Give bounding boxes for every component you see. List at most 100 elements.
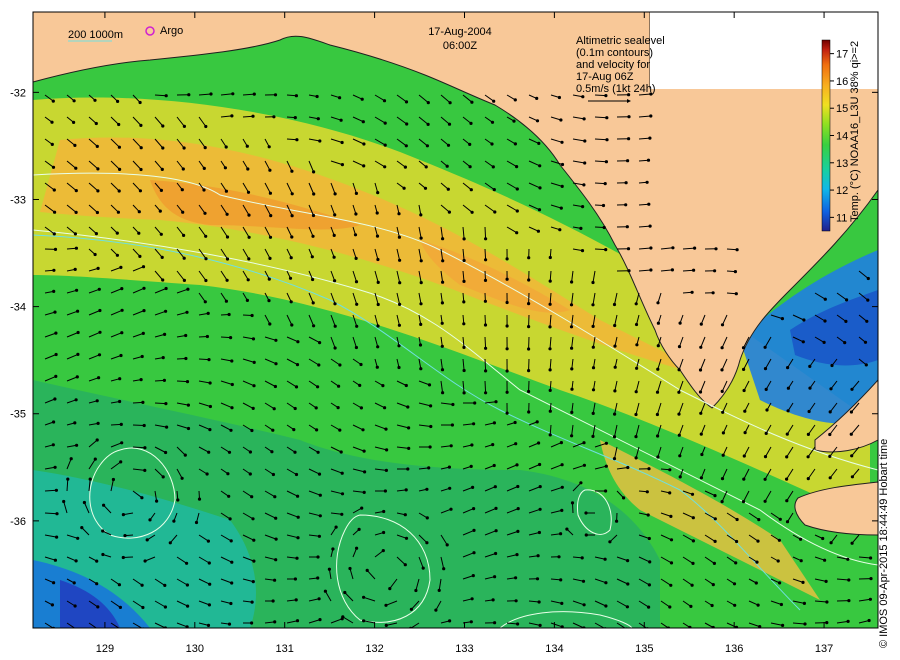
lon-tick-label: 133 — [455, 643, 473, 655]
velocity-arrow-head — [580, 249, 585, 253]
velocity-arrow-head — [139, 378, 143, 382]
velocity-arrow-head — [323, 589, 327, 593]
velocity-arrow-head — [160, 167, 164, 171]
velocity-arrow-head — [376, 302, 380, 307]
velocity-arrow-head — [226, 472, 230, 476]
velocity-arrow-head — [713, 539, 717, 544]
velocity-arrow-head — [296, 494, 300, 498]
velocity-arrow-head — [559, 206, 563, 210]
velocity-arrow-head — [645, 180, 649, 184]
velocity-arrow-head — [711, 583, 715, 587]
velocity-arrow-head — [317, 472, 322, 476]
velocity-arrow-head — [647, 467, 651, 471]
velocity-arrow-head — [333, 213, 337, 217]
velocity-arrow-head — [743, 409, 747, 413]
velocity-arrow-head — [72, 99, 76, 103]
velocity-arrow-head — [626, 465, 630, 470]
velocity-arrow-head — [583, 139, 587, 143]
velocity-arrow-head — [535, 119, 540, 123]
velocity-arrow-head — [469, 620, 473, 624]
velocity-arrow-head — [204, 124, 208, 129]
velocity-arrow-head — [494, 529, 498, 533]
velocity-arrow-head — [176, 498, 180, 502]
velocity-arrow-head — [73, 421, 77, 425]
velocity-arrow-head — [846, 619, 850, 624]
velocity-arrow-head — [116, 99, 120, 103]
velocity-arrow-head — [473, 401, 477, 405]
velocity-arrow-head — [227, 494, 231, 498]
velocity-arrow-head — [250, 495, 254, 499]
velocity-arrow-head — [559, 118, 563, 122]
velocity-arrow-head — [646, 158, 651, 162]
velocity-arrow-head — [472, 528, 476, 533]
velocity-arrow-head — [76, 330, 80, 335]
velocity-arrow-head — [229, 428, 233, 432]
velocity-arrow-head — [123, 534, 127, 538]
velocity-arrow-head — [580, 556, 584, 560]
velocity-arrow-head — [267, 145, 271, 149]
velocity-arrow-head — [560, 162, 565, 167]
velocity-arrow-head — [365, 568, 369, 573]
velocity-arrow-head — [490, 120, 495, 124]
velocity-arrow-head — [118, 399, 122, 404]
velocity-arrow-head — [317, 363, 321, 367]
velocity-arrow-head — [53, 397, 57, 401]
velocity-arrow-head — [247, 213, 251, 217]
velocity-arrow-head — [669, 583, 673, 587]
velocity-arrow-head — [186, 403, 190, 407]
velocity-arrow-head — [822, 340, 826, 344]
velocity-arrow-head — [765, 408, 769, 412]
velocity-note-line-4: 17-Aug 06Z — [576, 71, 634, 83]
velocity-arrow-head — [362, 595, 366, 599]
velocity-arrow-head — [785, 499, 789, 503]
velocity-arrow-head — [204, 257, 208, 261]
velocity-arrow-head — [605, 138, 609, 142]
velocity-arrow-head — [603, 182, 607, 186]
velocity-arrow-head — [560, 184, 564, 188]
velocity-arrow-head — [398, 258, 402, 262]
velocity-arrow-head — [101, 552, 105, 557]
velocity-arrow-head — [764, 387, 768, 391]
velocity-arrow-head — [143, 468, 147, 472]
velocity-arrow-head — [268, 256, 272, 260]
velocity-arrow-head — [224, 189, 228, 193]
velocity-arrow-head — [354, 345, 358, 350]
velocity-arrow-head — [162, 378, 166, 382]
velocity-arrow-head — [203, 211, 207, 215]
velocity-arrow-head — [384, 468, 388, 472]
velocity-arrow-head — [318, 618, 322, 622]
velocity-arrow-head — [404, 536, 409, 540]
velocity-arrow-head — [699, 476, 704, 480]
velocity-arrow-head — [274, 558, 278, 562]
velocity-arrow-head — [648, 560, 652, 564]
velocity-arrow-head — [164, 309, 168, 313]
velocity-arrow-head — [471, 485, 475, 489]
velocity-arrow-head — [537, 141, 541, 145]
velocity-arrow-head — [180, 188, 184, 192]
velocity-arrow-head — [741, 500, 746, 504]
velocity-arrow-head — [492, 421, 496, 425]
velocity-arrow-head — [93, 98, 97, 102]
velocity-arrow-head — [669, 514, 673, 519]
velocity-arrow-head — [333, 279, 337, 283]
velocity-arrow-head — [418, 343, 423, 347]
velocity-arrow-head — [612, 302, 617, 307]
velocity-arrow-head — [250, 313, 254, 318]
colorbar-tick-label: 13 — [836, 158, 848, 170]
velocity-arrow-head — [626, 582, 630, 586]
velocity-arrow-head — [95, 438, 99, 442]
velocity-arrow-head — [668, 468, 672, 472]
velocity-arrow-head — [425, 487, 429, 491]
velocity-arrow-head — [294, 385, 299, 389]
velocity-arrow-head — [290, 235, 294, 239]
velocity-arrow-head — [95, 582, 99, 586]
velocity-arrow-head — [591, 280, 595, 285]
velocity-arrow-head — [584, 511, 588, 515]
velocity-arrow-head — [74, 189, 78, 193]
velocity-arrow-head — [570, 346, 574, 350]
velocity-arrow-head — [584, 533, 588, 537]
velocity-arrow-head — [50, 142, 54, 146]
velocity-arrow-head — [781, 623, 785, 628]
velocity-arrow-head — [451, 402, 455, 407]
velocity-arrow-head — [608, 540, 612, 544]
